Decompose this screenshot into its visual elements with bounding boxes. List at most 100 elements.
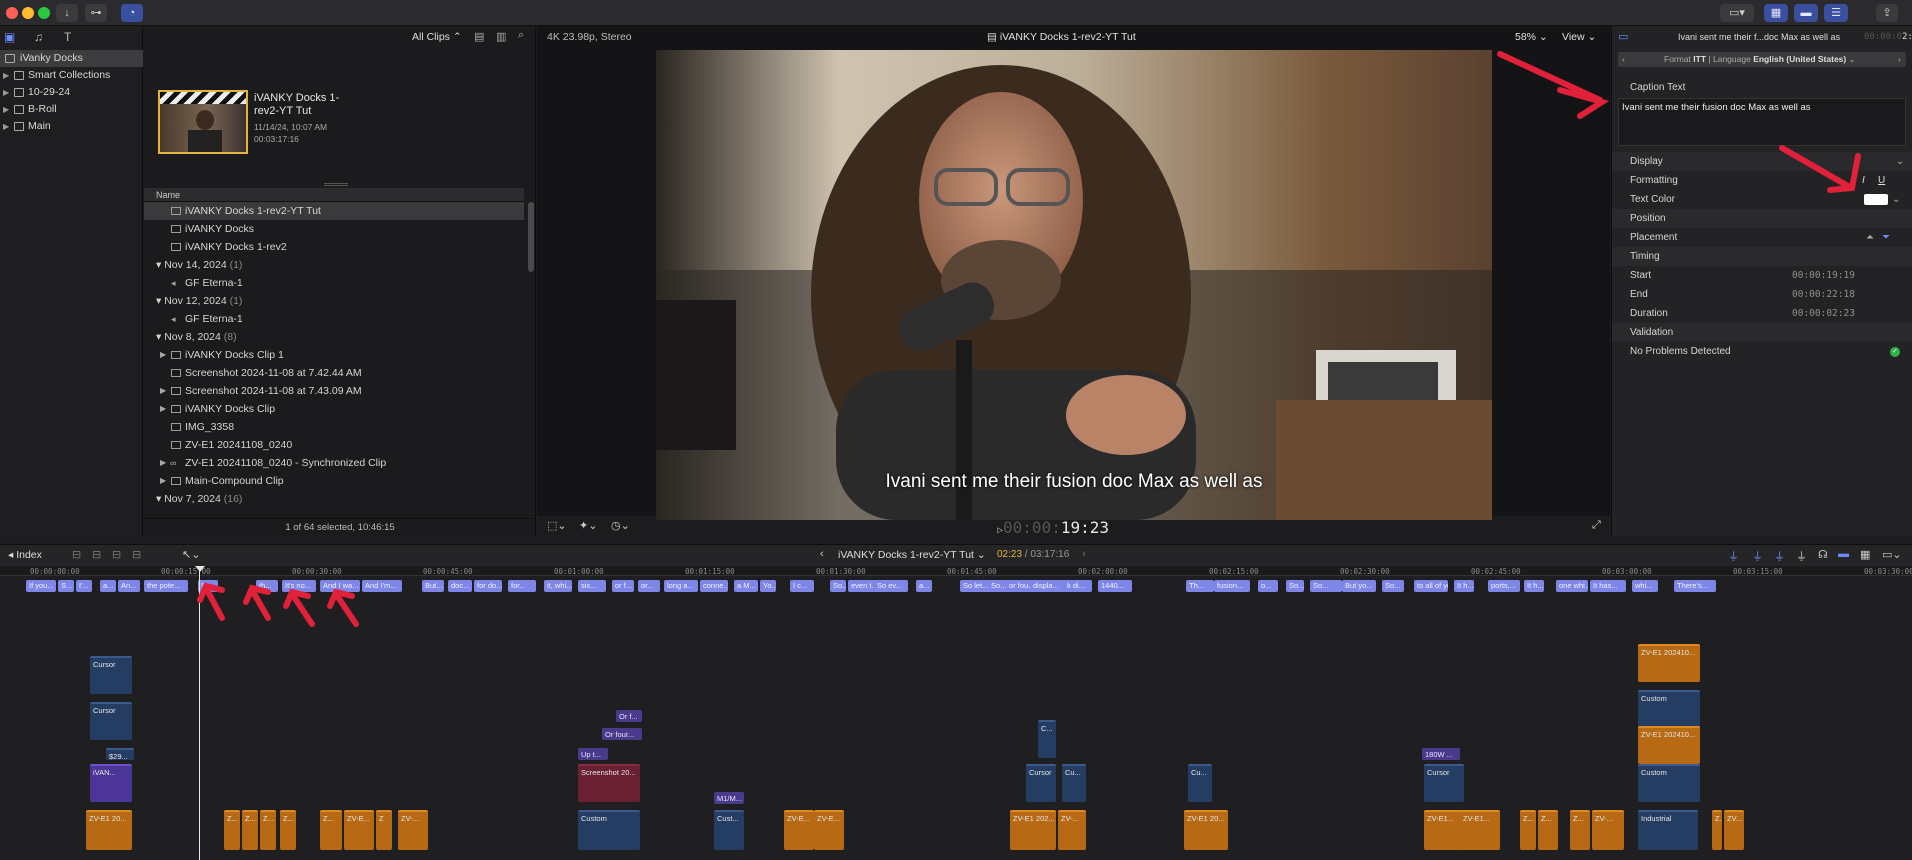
list-item[interactable]: ▶ iVANKY Docks Clip 1: [144, 346, 524, 364]
headphones-icon[interactable]: ☊: [1818, 548, 1828, 561]
import-icon[interactable]: ↓: [56, 4, 78, 22]
enhancement-icon[interactable]: ✦⌄: [579, 519, 597, 532]
sidebar-item-smart-collections[interactable]: ▶ Smart Collections: [0, 67, 143, 84]
caption-clip[interactable]: for do...: [474, 580, 502, 592]
zoom-timeline-icon[interactable]: ▦: [1860, 548, 1870, 561]
index-button[interactable]: ◂ Index: [8, 549, 42, 561]
caption-clip[interactable]: So...: [198, 580, 218, 592]
list-item[interactable]: ZV-E1 20241108_0240: [144, 436, 524, 454]
caption-clip[interactable]: a M...: [734, 580, 758, 592]
sidebar-item-b-roll[interactable]: ▶ B-Roll: [0, 101, 143, 118]
caption-clip[interactable]: th...: [256, 580, 278, 592]
timeline-clip[interactable]: Cursor: [90, 656, 132, 694]
caption-clip[interactable]: I'...: [76, 580, 92, 592]
disclosure-triangle-icon[interactable]: ▶: [160, 382, 166, 400]
timeline-clip[interactable]: iVAN...: [90, 764, 132, 802]
timeline-clip[interactable]: ZV-E...: [784, 810, 814, 850]
display-section[interactable]: Display ⌄: [1612, 152, 1912, 171]
share-icon[interactable]: ⇪: [1876, 4, 1898, 22]
sidebar-item-ivanky-docks[interactable]: iVanky Docks: [0, 50, 143, 67]
position-section[interactable]: Position: [1612, 209, 1912, 228]
view-menu[interactable]: View ⌄: [1562, 31, 1596, 43]
timeline-clip[interactable]: Z...: [1520, 810, 1536, 850]
caption-clip[interactable]: But...: [422, 580, 444, 592]
timeline-clip[interactable]: ZV-E1 202410...: [1638, 726, 1700, 764]
caption-clip[interactable]: So ev...: [874, 580, 908, 592]
disclosure-triangle-icon[interactable]: ▶: [3, 118, 9, 135]
caption-clip[interactable]: o...: [1258, 580, 1278, 592]
solo-icon[interactable]: ▬: [1838, 548, 1849, 560]
timeline-clip[interactable]: Custom: [578, 810, 640, 850]
timeline-clip[interactable]: ZV-E1...: [1460, 810, 1500, 850]
zoom-menu[interactable]: 58% ⌄: [1515, 31, 1548, 43]
keywords-icon[interactable]: ⊶: [85, 4, 107, 22]
caption-clip[interactable]: It has...: [1590, 580, 1626, 592]
caption-clip[interactable]: whi...: [1632, 580, 1658, 592]
transform-tool-icon[interactable]: ⬚⌄: [547, 519, 567, 532]
timeline-clip[interactable]: ZV-E1 202...: [1010, 810, 1056, 850]
caption-clip[interactable]: for...: [508, 580, 536, 592]
caption-clip[interactable]: So...: [830, 580, 846, 592]
caption-clip[interactable]: Th...: [1186, 580, 1214, 592]
select-tool-icon[interactable]: ↖⌄: [182, 548, 200, 561]
timeline-clip[interactable]: Cu...: [1188, 764, 1212, 802]
timeline-clip[interactable]: $29...: [106, 748, 134, 760]
timeline-clip[interactable]: Or four...: [602, 728, 642, 740]
list-item[interactable]: ◂ GF Eterna-1: [144, 310, 524, 328]
titles-tab-icon[interactable]: T: [64, 30, 71, 44]
timeline-options-icon[interactable]: ▭⌄: [1882, 548, 1902, 561]
list-item[interactable]: ▶ ∞ ZV-E1 20241108_0240 - Synchronized Cli…: [144, 454, 524, 472]
disclosure-triangle-icon[interactable]: ▶: [3, 84, 9, 101]
caption-clip[interactable]: So...: [1286, 580, 1304, 592]
disclosure-triangle-icon[interactable]: ▶: [160, 472, 166, 490]
timeline-clip[interactable]: ZV-E...: [344, 810, 374, 850]
timecode-display[interactable]: ▷00:00:19:23: [997, 518, 1109, 537]
forward-icon[interactable]: ›: [1082, 548, 1086, 560]
snapping-icon[interactable]: ⏚: [1774, 548, 1785, 564]
caption-clip[interactable]: six...: [578, 580, 606, 592]
caption-clip[interactable]: a...: [916, 580, 932, 592]
back-icon[interactable]: ‹: [820, 548, 824, 560]
caption-clip[interactable]: It h...: [1454, 580, 1474, 592]
caption-clip[interactable]: S...: [58, 580, 74, 592]
retime-icon[interactable]: ◷⌄: [611, 519, 630, 532]
libraries-tab-icon[interactable]: ▣: [4, 30, 15, 44]
list-item[interactable]: iVANKY Docks 1-rev2: [144, 238, 524, 256]
list-item[interactable]: iVANKY Docks 1-rev2-YT Tut: [144, 202, 524, 220]
previous-caption-icon[interactable]: ‹: [1622, 52, 1625, 67]
timeline-clip[interactable]: ZV-...: [398, 810, 428, 850]
caption-clip[interactable]: And I'm...: [362, 580, 402, 592]
underline-button[interactable]: U: [1878, 171, 1885, 190]
caption-clip[interactable]: 1440...: [1098, 580, 1132, 592]
insert-clip-icon[interactable]: ⊟: [92, 548, 101, 561]
playhead[interactable]: [199, 566, 200, 860]
caption-clip[interactable]: a...: [100, 580, 116, 592]
date-group-header[interactable]: ▾ Nov 12, 2024 (1): [144, 292, 524, 310]
close-window-button[interactable]: [6, 7, 18, 19]
timeline-clip[interactable]: Up t...: [578, 748, 608, 760]
caption-clip[interactable]: So...: [1310, 580, 1342, 592]
timeline-clip[interactable]: ZV-E1 20...: [1184, 810, 1228, 850]
timeline[interactable]: 00:00:00:00 00:00:15:00 00:00:30:00 00:00:4…: [0, 566, 1912, 860]
timeline-clip[interactable]: Cursor: [1026, 764, 1056, 802]
clip-filter-menu[interactable]: All Clips ⌃: [412, 31, 462, 43]
timeline-clip[interactable]: ZV-E1...: [1424, 810, 1462, 850]
disclosure-triangle-icon[interactable]: ▶: [3, 101, 9, 118]
zoom-window-button[interactable]: [38, 7, 50, 19]
photos-tab-icon[interactable]: ♫: [34, 30, 43, 44]
caption-clip[interactable]: If you...: [26, 580, 56, 592]
timeline-clip[interactable]: Custom: [1638, 690, 1700, 728]
disclosure-triangle-icon[interactable]: ▶: [160, 346, 166, 364]
clip-appearance-icon[interactable]: ▤: [474, 30, 484, 43]
placement-top-icon[interactable]: ⏶: [1866, 228, 1874, 247]
timeline-clip[interactable]: Z...: [260, 810, 276, 850]
list-item[interactable]: Screenshot 2024-11-08 at 7.42.44 AM: [144, 364, 524, 382]
browser-scrollbar[interactable]: [528, 202, 534, 272]
caption-clip[interactable]: doc...: [448, 580, 472, 592]
caption-clip[interactable]: conne...: [700, 580, 728, 592]
show-inspector-icon[interactable]: ☰: [1824, 4, 1848, 22]
project-title-menu[interactable]: iVANKY Docks 1-rev2-YT Tut ⌄: [838, 549, 986, 561]
validation-section[interactable]: Validation: [1612, 323, 1912, 342]
timeline-clip[interactable]: 180W ...: [1422, 748, 1460, 760]
playhead-head[interactable]: [195, 566, 205, 572]
